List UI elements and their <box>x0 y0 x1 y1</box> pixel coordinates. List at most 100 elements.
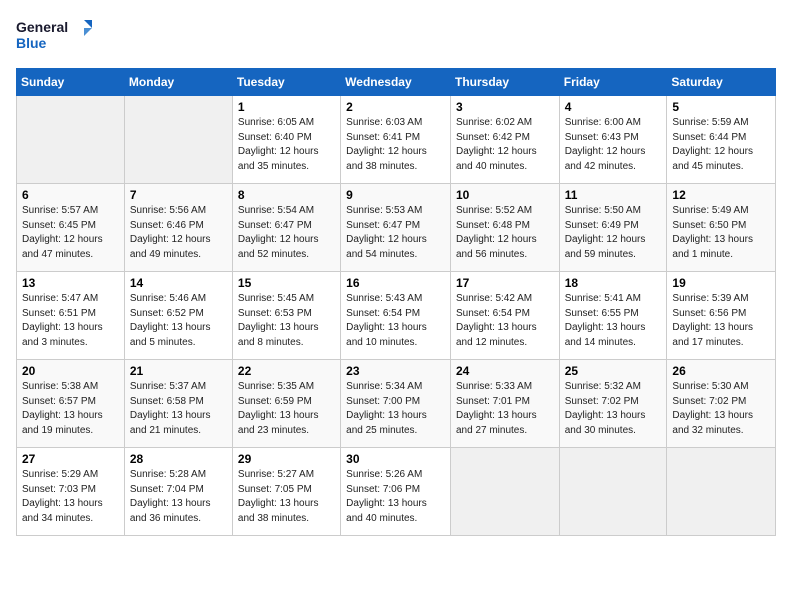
calendar-cell <box>667 448 776 536</box>
day-number: 25 <box>565 364 662 378</box>
day-number: 13 <box>22 276 119 290</box>
svg-text:Blue: Blue <box>16 35 47 51</box>
calendar-cell: 30 Sunrise: 5:26 AM Sunset: 7:06 PM Dayli… <box>341 448 451 536</box>
day-info: Sunrise: 5:26 AM Sunset: 7:06 PM Dayligh… <box>346 468 445 526</box>
day-info: Sunrise: 5:27 AM Sunset: 7:05 PM Dayligh… <box>238 468 335 526</box>
calendar-cell: 9Sunrise: 5:53 AM Sunset: 6:47 PM Daylig… <box>341 184 451 272</box>
calendar-cell: 27 Sunrise: 5:29 AM Sunset: 7:03 PM Dayli… <box>17 448 125 536</box>
calendar-cell: 28 Sunrise: 5:28 AM Sunset: 7:04 PM Dayli… <box>124 448 232 536</box>
weekday-header: Tuesday <box>232 69 340 96</box>
day-info: Sunrise: 5:42 AM Sunset: 6:54 PM Dayligh… <box>456 292 554 350</box>
calendar-cell: 24 Sunrise: 5:33 AM Sunset: 7:01 PM Dayli… <box>450 360 559 448</box>
day-number: 3 <box>456 100 554 114</box>
day-info: Sunrise: 6:05 AM Sunset: 6:40 PM Dayligh… <box>238 116 335 174</box>
day-info: Sunrise: 5:38 AM Sunset: 6:57 PM Dayligh… <box>22 380 119 438</box>
day-number: 7 <box>130 188 227 202</box>
day-info: Sunrise: 5:45 AM Sunset: 6:53 PM Dayligh… <box>238 292 335 350</box>
weekday-header: Monday <box>124 69 232 96</box>
page-header: General Blue <box>16 16 776 56</box>
day-number: 5 <box>672 100 770 114</box>
calendar-cell <box>450 448 559 536</box>
day-number: 20 <box>22 364 119 378</box>
day-info: Sunrise: 5:46 AM Sunset: 6:52 PM Dayligh… <box>130 292 227 350</box>
day-number: 27 <box>22 452 119 466</box>
weekday-header: Wednesday <box>341 69 451 96</box>
calendar-cell: 11 Sunrise: 5:50 AM Sunset: 6:49 PM Dayli… <box>559 184 667 272</box>
logo: General Blue <box>16 16 96 56</box>
day-number: 18 <box>565 276 662 290</box>
weekday-header: Thursday <box>450 69 559 96</box>
calendar-cell: 16 Sunrise: 5:43 AM Sunset: 6:54 PM Dayli… <box>341 272 451 360</box>
calendar-cell: 5 Sunrise: 5:59 AM Sunset: 6:44 PM Daylig… <box>667 96 776 184</box>
day-number: 24 <box>456 364 554 378</box>
calendar-cell: 15 Sunrise: 5:45 AM Sunset: 6:53 PM Dayli… <box>232 272 340 360</box>
day-info: Sunrise: 5:47 AM Sunset: 6:51 PM Dayligh… <box>22 292 119 350</box>
calendar-week-row: 1 Sunrise: 6:05 AM Sunset: 6:40 PM Daylig… <box>17 96 776 184</box>
day-number: 16 <box>346 276 445 290</box>
day-number: 6 <box>22 188 119 202</box>
day-info: Sunrise: 5:29 AM Sunset: 7:03 PM Dayligh… <box>22 468 119 526</box>
calendar-cell: 21 Sunrise: 5:37 AM Sunset: 6:58 PM Dayli… <box>124 360 232 448</box>
day-number: 17 <box>456 276 554 290</box>
day-info: Sunrise: 5:52 AM Sunset: 6:48 PM Dayligh… <box>456 204 554 262</box>
day-info: Sunrise: 5:37 AM Sunset: 6:58 PM Dayligh… <box>130 380 227 438</box>
day-info: Sunrise: 5:56 AM Sunset: 6:46 PM Dayligh… <box>130 204 227 262</box>
day-number: 23 <box>346 364 445 378</box>
day-info: Sunrise: 5:33 AM Sunset: 7:01 PM Dayligh… <box>456 380 554 438</box>
calendar-cell: 2 Sunrise: 6:03 AM Sunset: 6:41 PM Daylig… <box>341 96 451 184</box>
calendar-cell <box>559 448 667 536</box>
day-info: Sunrise: 6:02 AM Sunset: 6:42 PM Dayligh… <box>456 116 554 174</box>
day-info: Sunrise: 5:50 AM Sunset: 6:49 PM Dayligh… <box>565 204 662 262</box>
day-number: 19 <box>672 276 770 290</box>
calendar-cell: 23 Sunrise: 5:34 AM Sunset: 7:00 PM Dayli… <box>341 360 451 448</box>
calendar-table: SundayMondayTuesdayWednesdayThursdayFrid… <box>16 68 776 536</box>
day-number: 21 <box>130 364 227 378</box>
day-number: 22 <box>238 364 335 378</box>
day-number: 26 <box>672 364 770 378</box>
day-info: Sunrise: 6:00 AM Sunset: 6:43 PM Dayligh… <box>565 116 662 174</box>
calendar-cell: 12 Sunrise: 5:49 AM Sunset: 6:50 PM Dayli… <box>667 184 776 272</box>
calendar-cell: 25 Sunrise: 5:32 AM Sunset: 7:02 PM Dayli… <box>559 360 667 448</box>
day-info: Sunrise: 5:57 AM Sunset: 6:45 PM Dayligh… <box>22 204 119 262</box>
day-info: Sunrise: 5:49 AM Sunset: 6:50 PM Dayligh… <box>672 204 770 262</box>
calendar-cell: 13 Sunrise: 5:47 AM Sunset: 6:51 PM Dayli… <box>17 272 125 360</box>
calendar-week-row: 20 Sunrise: 5:38 AM Sunset: 6:57 PM Dayli… <box>17 360 776 448</box>
day-number: 30 <box>346 452 445 466</box>
day-info: Sunrise: 5:28 AM Sunset: 7:04 PM Dayligh… <box>130 468 227 526</box>
day-number: 15 <box>238 276 335 290</box>
calendar-week-row: 6 Sunrise: 5:57 AM Sunset: 6:45 PM Daylig… <box>17 184 776 272</box>
weekday-header: Friday <box>559 69 667 96</box>
calendar-cell: 3 Sunrise: 6:02 AM Sunset: 6:42 PM Daylig… <box>450 96 559 184</box>
calendar-cell: 22Sunrise: 5:35 AM Sunset: 6:59 PM Dayli… <box>232 360 340 448</box>
calendar-cell: 19 Sunrise: 5:39 AM Sunset: 6:56 PM Dayli… <box>667 272 776 360</box>
day-number: 2 <box>346 100 445 114</box>
day-info: Sunrise: 5:34 AM Sunset: 7:00 PM Dayligh… <box>346 380 445 438</box>
day-info: Sunrise: 5:59 AM Sunset: 6:44 PM Dayligh… <box>672 116 770 174</box>
day-number: 4 <box>565 100 662 114</box>
day-info: Sunrise: 5:32 AM Sunset: 7:02 PM Dayligh… <box>565 380 662 438</box>
calendar-cell: 20 Sunrise: 5:38 AM Sunset: 6:57 PM Dayli… <box>17 360 125 448</box>
day-number: 28 <box>130 452 227 466</box>
day-number: 12 <box>672 188 770 202</box>
day-number: 14 <box>130 276 227 290</box>
calendar-cell: 1 Sunrise: 6:05 AM Sunset: 6:40 PM Daylig… <box>232 96 340 184</box>
calendar-cell: 8Sunrise: 5:54 AM Sunset: 6:47 PM Daylig… <box>232 184 340 272</box>
weekday-header-row: SundayMondayTuesdayWednesdayThursdayFrid… <box>17 69 776 96</box>
day-number: 11 <box>565 188 662 202</box>
day-number: 1 <box>238 100 335 114</box>
day-number: 29 <box>238 452 335 466</box>
day-info: Sunrise: 5:39 AM Sunset: 6:56 PM Dayligh… <box>672 292 770 350</box>
calendar-week-row: 27 Sunrise: 5:29 AM Sunset: 7:03 PM Dayli… <box>17 448 776 536</box>
calendar-cell: 26Sunrise: 5:30 AM Sunset: 7:02 PM Dayli… <box>667 360 776 448</box>
logo-svg: General Blue <box>16 16 96 56</box>
calendar-cell: 17 Sunrise: 5:42 AM Sunset: 6:54 PM Dayli… <box>450 272 559 360</box>
day-info: Sunrise: 5:43 AM Sunset: 6:54 PM Dayligh… <box>346 292 445 350</box>
calendar-cell: 6 Sunrise: 5:57 AM Sunset: 6:45 PM Daylig… <box>17 184 125 272</box>
calendar-cell <box>124 96 232 184</box>
weekday-header: Saturday <box>667 69 776 96</box>
svg-text:General: General <box>16 19 68 35</box>
day-number: 9 <box>346 188 445 202</box>
calendar-cell <box>17 96 125 184</box>
day-info: Sunrise: 6:03 AM Sunset: 6:41 PM Dayligh… <box>346 116 445 174</box>
day-number: 10 <box>456 188 554 202</box>
